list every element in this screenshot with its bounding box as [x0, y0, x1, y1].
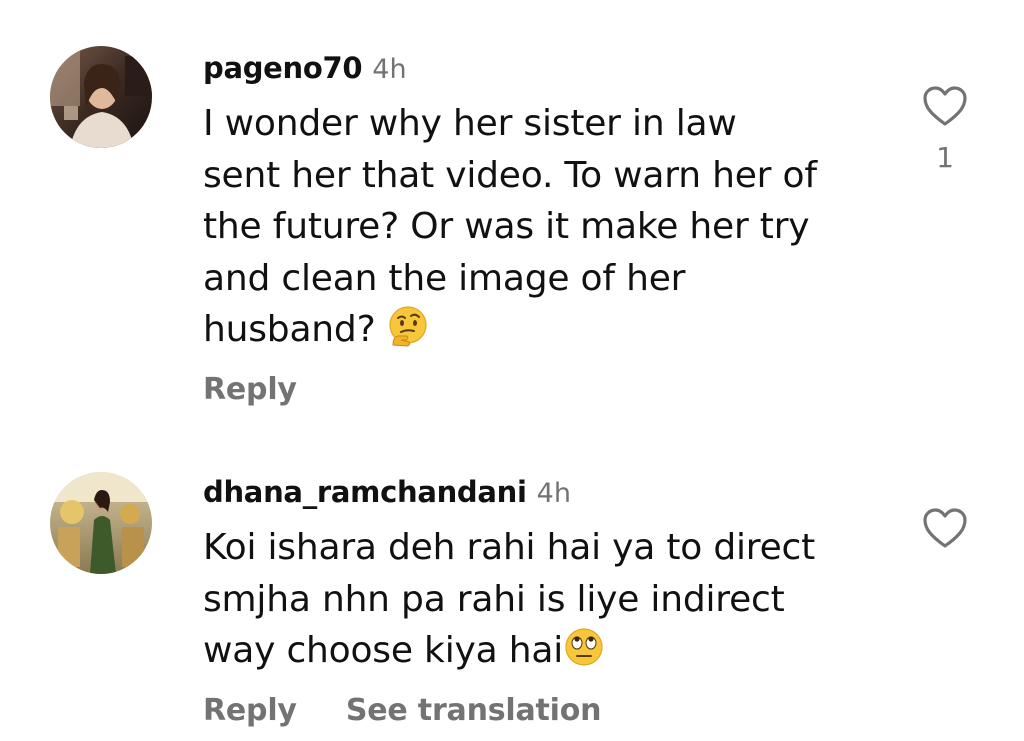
comment-item: dhana_ramchandani 4h Koi ishara deh rahi …	[0, 420, 1024, 741]
reply-button[interactable]: Reply	[203, 372, 297, 407]
timestamp: 4h	[536, 478, 571, 509]
thinking-face-icon	[387, 305, 429, 347]
username-link[interactable]: dhana_ramchandani	[203, 475, 527, 509]
comment-text-content: Koi ishara deh rahi hai ya to direct smj…	[203, 527, 816, 671]
avatar-image	[50, 46, 152, 148]
like-count: 1	[936, 141, 954, 174]
like-control: 1	[919, 84, 971, 174]
username-link[interactable]: pageno70	[203, 51, 363, 85]
heart-icon[interactable]	[921, 506, 969, 550]
comment-actions: Reply See translation	[203, 691, 903, 731]
heart-icon[interactable]	[921, 84, 969, 128]
comment-text-content: I wonder why her sister in law sent her …	[203, 103, 817, 350]
rolling-eyes-icon	[563, 626, 605, 668]
like-control	[919, 506, 971, 550]
timestamp: 4h	[372, 54, 407, 85]
comment-actions: Reply	[203, 370, 903, 410]
see-translation-button[interactable]: See translation	[346, 693, 602, 728]
comment-meta: pageno70 4h	[203, 46, 903, 90]
comment-meta: dhana_ramchandani 4h	[203, 470, 903, 514]
avatar-image	[50, 472, 152, 574]
avatar[interactable]	[50, 46, 152, 148]
comment-item: pageno70 4h I wonder why her sister in la…	[0, 0, 1024, 420]
avatar[interactable]	[50, 472, 152, 574]
comment-text: Koi ishara deh rahi hai ya to direct smj…	[203, 522, 843, 677]
reply-button[interactable]: Reply	[203, 693, 297, 728]
comment-text: I wonder why her sister in law sent her …	[203, 98, 823, 356]
